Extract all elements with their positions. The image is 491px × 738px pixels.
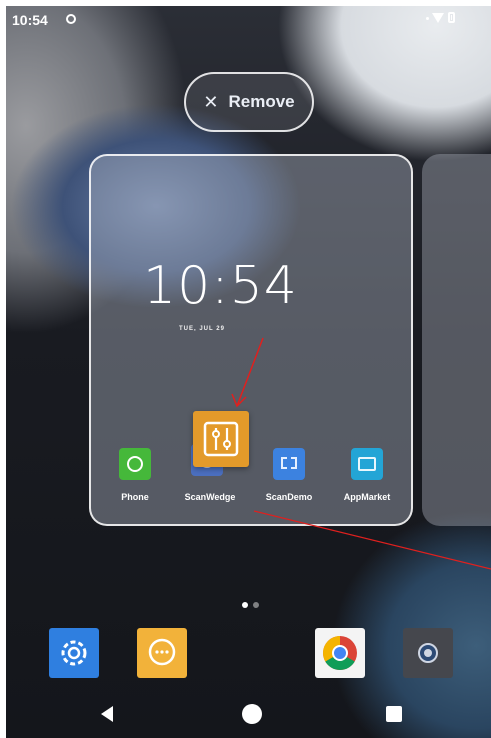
messages-app-icon[interactable] bbox=[137, 628, 187, 678]
recents-icon[interactable] bbox=[386, 706, 402, 722]
camera-icon bbox=[418, 643, 438, 663]
page-indicator-dot bbox=[253, 602, 259, 608]
annotation-line bbox=[253, 510, 491, 570]
camera-app-icon[interactable] bbox=[403, 628, 453, 678]
chrome-app-icon[interactable] bbox=[315, 628, 365, 678]
messages-icon bbox=[148, 638, 176, 666]
page-indicator-dot-active bbox=[242, 602, 248, 608]
home-screen: 10:54 ✕ Remove 10:54 TUE, JUL 29 Phone S… bbox=[6, 6, 491, 738]
back-icon[interactable] bbox=[101, 706, 113, 722]
settings-gear-icon bbox=[61, 640, 87, 666]
annotation-arrow bbox=[236, 337, 264, 407]
settings-app-icon[interactable] bbox=[49, 628, 99, 678]
home-icon[interactable] bbox=[242, 704, 262, 724]
chrome-icon bbox=[323, 636, 357, 670]
